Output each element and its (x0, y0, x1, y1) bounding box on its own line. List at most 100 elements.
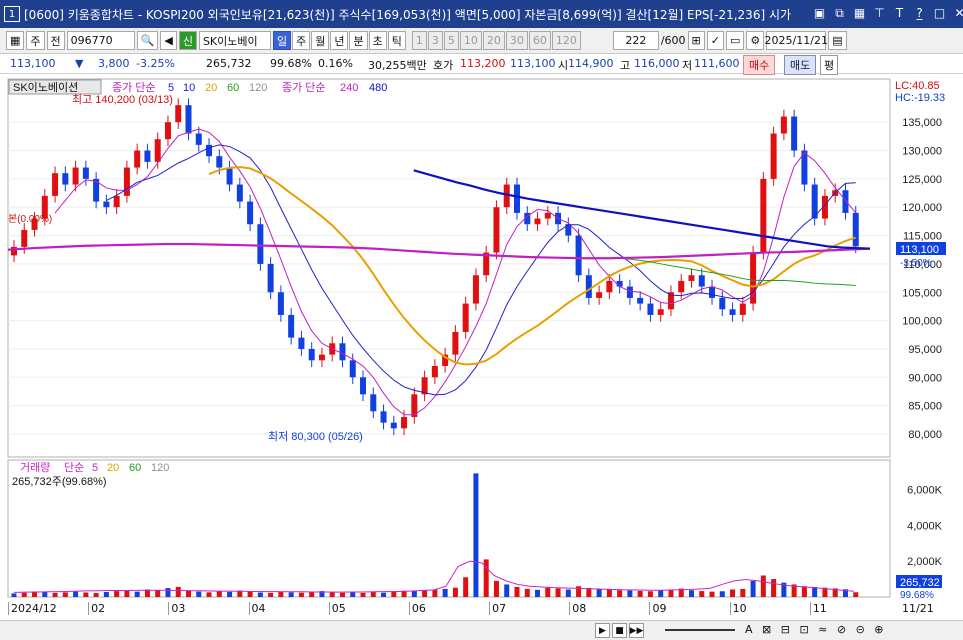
candle (339, 343, 346, 361)
volume-bar (227, 591, 233, 597)
interval-5[interactable]: 5 (443, 31, 459, 50)
window-icon[interactable]: ▣ (812, 5, 827, 21)
vol-ma-legend-20: 20 (107, 462, 119, 474)
status-bar: ▶ ■ ▶▶ A ⊠ ⊟ ⊡ ≈ ⊘ ⊝ ⊕ (0, 620, 963, 640)
pin-icon[interactable]: ⊤ (872, 5, 887, 21)
candle (596, 292, 603, 298)
flat-button[interactable]: 평 (820, 55, 839, 75)
candle (657, 309, 664, 315)
save-icon[interactable]: ▭ (725, 31, 745, 50)
candle (852, 212, 859, 247)
y-tick-label: 80,000 (908, 429, 942, 441)
change-value: 3,800 (98, 57, 130, 70)
interval-3[interactable]: 3 (427, 31, 443, 50)
x-tick-label: 06 (408, 602, 426, 615)
tab-period-4[interactable]: 분 (349, 31, 368, 50)
font-icon[interactable]: T (892, 5, 907, 21)
ma-legend-5: 5 (168, 82, 174, 94)
minimize-button[interactable]: _ (912, 5, 927, 21)
volume: 265,732 (206, 57, 252, 70)
candle (688, 275, 695, 281)
interval-10[interactable]: 10 (459, 31, 482, 50)
volume-bar (596, 588, 602, 597)
drawing-tools[interactable]: A ⊠ ⊟ ⊡ ≈ ⊘ ⊝ ⊕ (745, 623, 887, 636)
x-tick-label: 09 (649, 602, 666, 615)
prefix-select[interactable]: 전 (46, 31, 65, 50)
chart-area[interactable]: 135,000130,000125,000120,000115,000110,0… (0, 75, 963, 600)
sell-button[interactable]: 매도 (784, 55, 817, 75)
ma2-legend-prefix: 종가 단순 (282, 81, 326, 94)
volume-bar (637, 590, 643, 597)
tab-period-5[interactable]: 초 (368, 31, 387, 50)
market-select[interactable]: 주 (26, 31, 45, 50)
candle (452, 331, 459, 355)
x-tick-label: 04 (248, 602, 266, 615)
ma2-legend-480: 480 (369, 82, 387, 94)
y-tick-label: 95,000 (908, 344, 942, 356)
stock-name: SK이노베이 (198, 31, 271, 50)
tab-period-6[interactable]: 틱 (387, 31, 406, 50)
scroll-slider[interactable] (665, 629, 735, 631)
candle (123, 167, 130, 196)
candle (575, 235, 582, 276)
y-tick-label: 125,000 (902, 174, 942, 186)
candle (534, 218, 541, 225)
interval-20[interactable]: 20 (482, 31, 505, 50)
ma-legend-10: 10 (183, 82, 195, 94)
maximize-button[interactable]: □ (932, 5, 947, 21)
date-input[interactable]: 2025/11/21 (765, 31, 828, 50)
volume-bar (801, 586, 807, 597)
sound-icon[interactable]: ◀ (160, 31, 177, 50)
interval-1[interactable]: 1 (411, 31, 427, 50)
tab-period-3[interactable]: 년 (330, 31, 349, 50)
calendar-icon[interactable]: ▤ (828, 31, 847, 50)
candle (360, 377, 367, 395)
volume-bar (370, 591, 376, 597)
interval-60[interactable]: 60 (528, 31, 551, 50)
zoom-icon[interactable]: ⊞ (687, 31, 705, 50)
volume-bar (699, 591, 705, 597)
tab-period-0[interactable]: 일 (272, 31, 292, 50)
candle (401, 416, 408, 429)
candle (637, 297, 644, 304)
candle (585, 275, 592, 298)
volume-bar (730, 589, 736, 597)
turnover: 0.16% (318, 57, 353, 70)
candle (52, 173, 59, 196)
count-input[interactable]: 222 (612, 31, 659, 50)
stock-code-input[interactable]: 096770 (66, 31, 135, 50)
volume-bar (391, 591, 397, 597)
open-label: 시 (558, 59, 569, 72)
close-button[interactable]: ✕ (952, 5, 963, 21)
search-icon[interactable]: 🔍 (136, 31, 159, 50)
candle (308, 348, 315, 361)
layout-icon[interactable]: ▦ (6, 31, 25, 50)
high-label: 고 (620, 59, 631, 72)
candle (103, 201, 110, 208)
stop-icon[interactable]: ■ (612, 623, 627, 638)
candle (113, 195, 120, 208)
vol-ratio: 99.68% (270, 57, 312, 70)
candle (606, 280, 613, 293)
interval-120[interactable]: 120 (551, 31, 581, 50)
play-icon[interactable]: ▶ (595, 623, 610, 638)
last-vol-pct-tag: 99.68% (900, 590, 934, 600)
y-tick-label: 115,000 (903, 231, 942, 243)
candle (616, 280, 623, 287)
volume-bar (339, 592, 345, 597)
tab-period-2[interactable]: 월 (311, 31, 330, 50)
volume-bar (740, 588, 746, 597)
buy-button[interactable]: 매수 (743, 55, 776, 75)
interval-30[interactable]: 30 (505, 31, 528, 50)
volume-bar (206, 592, 212, 597)
settings-icon[interactable]: ⚙ (746, 31, 765, 50)
fast-forward-icon[interactable]: ▶▶ (629, 623, 644, 638)
grid-icon[interactable]: ▦ (852, 5, 867, 21)
volume-bar (411, 591, 417, 597)
volume-bar (83, 592, 89, 597)
window-tools: ▣ ⧉ ▦ ⊤ T ? (812, 5, 927, 21)
tab-period-1[interactable]: 주 (292, 31, 311, 50)
restore-icon[interactable]: ⧉ (832, 5, 847, 21)
x-right-label: 11/21 (902, 602, 934, 615)
check-icon[interactable]: ✓ (706, 31, 724, 50)
